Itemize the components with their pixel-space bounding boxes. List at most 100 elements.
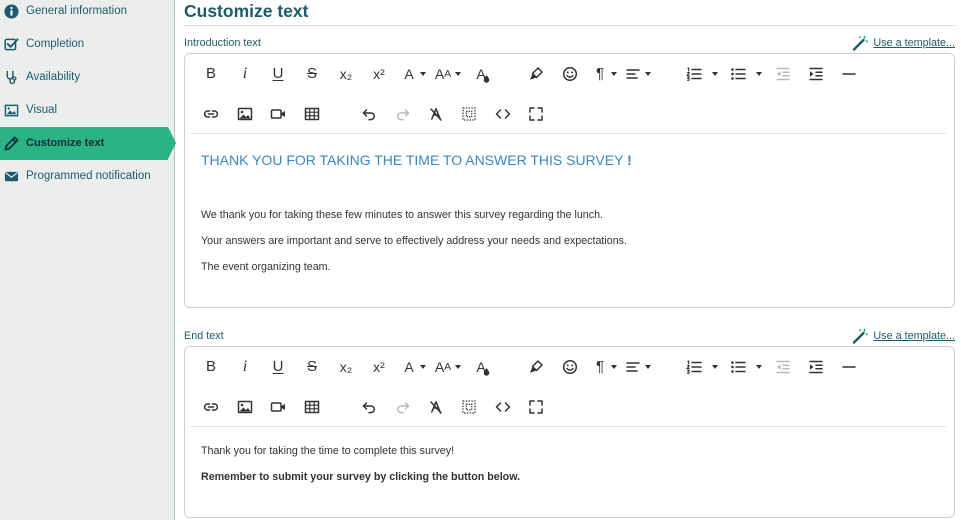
highlighter-button[interactable] [524,62,548,86]
text-color-button[interactable]: A [469,62,493,86]
sidebar-item-programmed-notification[interactable]: Programmed notification [0,160,174,193]
intro-use-template-link[interactable]: Use a template... [852,35,955,51]
indent-button[interactable] [804,62,828,86]
strikethrough-icon: S [300,355,324,379]
editor-toolbar: Bi U Sx₂ x² A A A A ¶ [185,347,954,426]
glyph: i [242,65,248,82]
intro-text-content-area[interactable]: THANK YOU FOR TAKING THE TIME TO ANSWER … [185,134,954,307]
clear-formatting-button[interactable] [424,102,448,126]
subscript-button[interactable]: x₂ [334,62,358,86]
glyph: S [306,65,317,82]
strikethrough-button[interactable]: S [300,62,324,86]
highlighter-icon [524,62,548,86]
select-all-button[interactable] [457,395,481,419]
glyph: A [404,359,414,375]
end-text-label: End text [184,330,224,342]
link-button[interactable] [199,395,223,419]
font-size-button[interactable]: A [397,355,427,379]
horizontal-line-button[interactable] [837,62,861,86]
info-icon [4,4,19,19]
fullscreen-icon [524,395,548,419]
superscript-button[interactable]: x² [367,355,391,379]
superscript-button[interactable]: x² [367,62,391,86]
outdent-button[interactable] [771,355,795,379]
ordered-list-icon [682,355,706,379]
bold-button[interactable]: B [199,355,223,379]
sidebar-item-visual[interactable]: Visual [0,94,174,127]
ordered-list-button[interactable] [682,355,719,379]
horizontal-line-button[interactable] [837,355,861,379]
horizontal-line-icon [837,62,861,86]
underline-icon: U [266,355,290,379]
end-text-content-area[interactable]: Thank you for taking the time to complet… [185,427,954,517]
glyph-small: A [444,68,452,80]
redo-button[interactable] [391,395,415,419]
chevron-down-icon [756,72,762,76]
superscript-icon: x² [367,355,391,379]
highlighter-button[interactable] [524,355,548,379]
strikethrough-button[interactable]: S [300,355,324,379]
chevron-down-icon [712,365,718,369]
align-button[interactable] [621,62,652,86]
table-button[interactable] [300,102,324,126]
image-button[interactable] [233,102,257,126]
fullscreen-icon [524,102,548,126]
outdent-button[interactable] [771,62,795,86]
sidebar-item-general-information[interactable]: General information [0,0,174,28]
bold-button[interactable]: B [199,62,223,86]
content-paragraph: Remember to submit your survey by clicki… [201,471,521,483]
sidebar-item-availability[interactable]: Availability [0,61,174,94]
heading-exclamation: ! [627,152,632,168]
select-all-button[interactable] [457,102,481,126]
emoticon-button[interactable] [558,355,582,379]
code-view-button[interactable] [491,395,515,419]
sidebar-item-label: Completion [26,38,85,50]
video-button[interactable] [266,395,290,419]
underline-button[interactable]: U [266,355,290,379]
image-button[interactable] [233,395,257,419]
chevron-down-icon [645,72,651,76]
redo-button[interactable] [391,102,415,126]
video-icon [266,102,290,126]
clear-formatting-button[interactable] [424,395,448,419]
select-all-icon [457,395,481,419]
font-size-button[interactable]: A [397,62,427,86]
ordered-list-button[interactable] [682,62,719,86]
undo-button[interactable] [357,395,381,419]
text-color-button[interactable]: A [469,355,493,379]
page-title: Customize text [184,1,309,21]
undo-icon [357,395,381,419]
paragraph-format-button[interactable]: ¶ [588,62,618,86]
align-button[interactable] [621,355,652,379]
undo-button[interactable] [357,102,381,126]
clear-formatting-icon [424,395,448,419]
image-icon [233,102,257,126]
sidebar-item-label: Availability [26,71,81,83]
font-family-button[interactable]: AA [431,355,462,379]
link-button[interactable] [199,102,223,126]
font-family-button[interactable]: AA [431,62,462,86]
code-view-button[interactable] [491,102,515,126]
underline-icon: U [266,62,290,86]
sidebar-item-completion[interactable]: Completion [0,28,174,61]
italic-button[interactable]: i [233,62,257,86]
unordered-list-button[interactable] [726,355,763,379]
unordered-list-button[interactable] [726,62,763,86]
emoticon-button[interactable] [558,62,582,86]
subscript-button[interactable]: x₂ [334,355,358,379]
indent-button[interactable] [804,355,828,379]
glyph: U [272,358,284,375]
video-button[interactable] [266,102,290,126]
color-drop-icon [483,75,490,83]
table-button[interactable] [300,395,324,419]
fullscreen-button[interactable] [524,395,548,419]
paragraph-format-icon: ¶ [588,62,612,86]
italic-button[interactable]: i [233,355,257,379]
underline-button[interactable]: U [266,62,290,86]
code-view-icon [491,102,515,126]
link-icon [199,395,223,419]
end-use-template-link[interactable]: Use a template... [852,328,955,344]
fullscreen-button[interactable] [524,102,548,126]
sidebar-item-customize-text[interactable]: Customize text [0,127,176,160]
paragraph-format-button[interactable]: ¶ [588,355,618,379]
